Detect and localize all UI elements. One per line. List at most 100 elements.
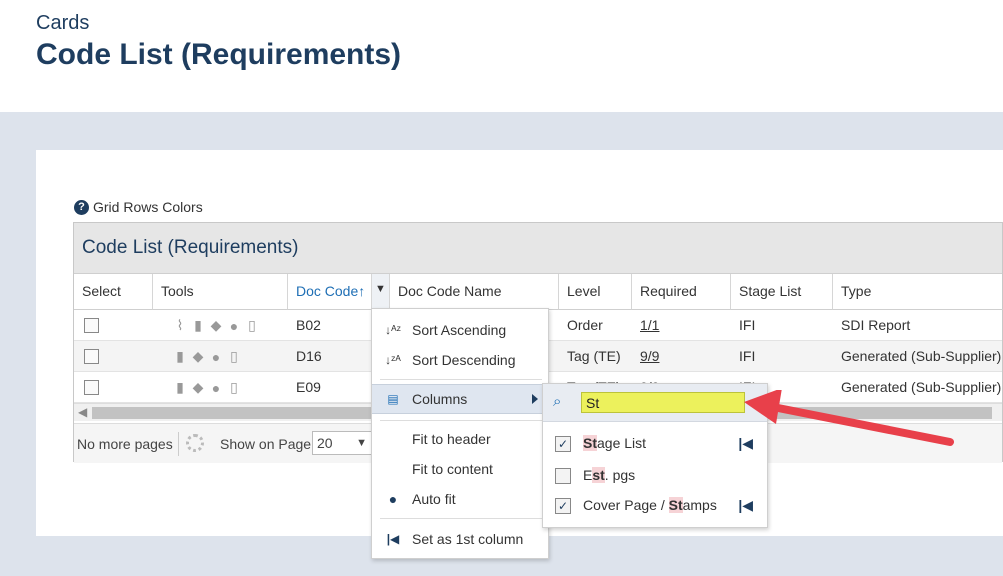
globe-icon[interactable]: ●	[208, 349, 224, 365]
cell-type: SDI Report	[841, 317, 911, 333]
row-tools: ▮ ◆ ● ▯	[164, 372, 250, 403]
column-search-input[interactable]	[581, 392, 745, 413]
page-size-select[interactable]: 20 ▼	[312, 431, 372, 455]
column-header-level[interactable]: Level	[559, 274, 632, 310]
column-header-label: Doc Code Name	[398, 283, 502, 299]
column-header-required[interactable]: Required	[632, 274, 731, 310]
columns-icon: ▤	[387, 392, 399, 406]
grid-title: Code List (Requirements)	[82, 237, 299, 258]
book-icon[interactable]: ▮	[190, 317, 206, 334]
column-checkbox[interactable]: ✓	[555, 436, 571, 452]
row-tools: ▮ ◆ ● ▯	[164, 341, 250, 372]
column-option-label: Est. pgs	[583, 467, 636, 483]
column-option-stage-list[interactable]: ✓ Stage List |◀	[543, 429, 767, 459]
annotation-arrow-shaft	[764, 402, 954, 446]
column-header-doc-code[interactable]: Doc Code↑	[288, 274, 372, 310]
column-header-tools[interactable]: Tools	[153, 274, 288, 310]
menu-item-label: Fit to content	[412, 461, 493, 477]
row-select-checkbox[interactable]	[84, 349, 99, 364]
column-option-est-pgs[interactable]: Est. pgs	[543, 461, 767, 491]
column-header-doc-code-name[interactable]: Doc Code Name	[390, 274, 559, 310]
search-icon: ⌕	[553, 393, 562, 410]
refresh-icon[interactable]	[186, 434, 204, 452]
menu-item-label: Columns	[412, 391, 468, 407]
sort-descending-icon: ↓ᶻᴬ	[385, 353, 401, 367]
cell-doc-code: B02	[296, 317, 321, 333]
column-option-label: Stage List	[583, 435, 647, 451]
cell-stage-list: IFI	[739, 317, 756, 333]
show-on-page-label: Show on Page:	[220, 436, 315, 452]
menu-item-sort-ascending[interactable]: ↓ᴬᶻ Sort Ascending	[372, 315, 548, 345]
cell-required-link[interactable]: 1/1	[632, 310, 667, 341]
menu-item-label: Set as 1st column	[412, 531, 524, 547]
column-header-select[interactable]: Select	[74, 274, 153, 310]
row-select-checkbox[interactable]	[84, 318, 99, 333]
trash-icon[interactable]: ▯	[226, 379, 242, 396]
dropbox-icon[interactable]: ◆	[208, 317, 224, 334]
page-title: Code List (Requirements)	[36, 38, 402, 71]
page-size-value: 20	[317, 435, 333, 451]
column-header-label: Stage List	[739, 283, 802, 299]
column-header-label: Doc Code	[296, 283, 359, 299]
menu-item-label: Auto fit	[412, 491, 456, 507]
row-select-checkbox[interactable]	[84, 380, 99, 395]
menu-item-label: Sort Descending	[412, 352, 516, 368]
chevron-down-icon: ▼	[375, 283, 386, 295]
column-search-row: ⌕	[543, 384, 767, 422]
menu-item-sort-descending[interactable]: ↓ᶻᴬ Sort Descending	[372, 345, 548, 375]
cell-level: Order	[567, 317, 603, 333]
pager-divider	[178, 432, 179, 456]
menu-item-auto-fit[interactable]: ● Auto fit	[372, 484, 548, 514]
scroll-left-icon[interactable]: ◀	[78, 405, 87, 419]
column-header-stage-list[interactable]: Stage List	[731, 274, 833, 310]
page-header: Cards Code List (Requirements)	[0, 0, 1003, 112]
book-icon[interactable]: ▮	[172, 348, 188, 365]
grid-rows-colors-label[interactable]: Grid Rows Colors	[93, 199, 203, 215]
column-checkbox[interactable]	[555, 468, 571, 484]
no-more-pages-label: No more pages	[77, 436, 173, 452]
chevron-down-icon: ▼	[356, 437, 367, 449]
cell-level: Tag (TE)	[567, 348, 621, 364]
menu-item-columns[interactable]: ▤ Columns	[372, 384, 548, 414]
paperclip-icon[interactable]: ⌇	[172, 317, 188, 334]
help-icon[interactable]: ?	[74, 199, 89, 215]
menu-divider	[380, 379, 542, 380]
row-tools: ⌇ ▮ ◆ ● ▯	[164, 310, 268, 341]
menu-divider	[380, 518, 542, 519]
trash-icon[interactable]: ▯	[244, 317, 260, 334]
menu-item-label: Sort Ascending	[412, 322, 507, 338]
cell-doc-code: E09	[296, 379, 321, 395]
cell-stage-list: IFI	[739, 348, 756, 364]
pin-left-icon[interactable]: |◀	[738, 497, 753, 514]
menu-item-label: Fit to header	[412, 431, 491, 447]
column-header-label: Tools	[161, 283, 194, 299]
column-checkbox[interactable]: ✓	[555, 498, 571, 514]
column-header-label: Required	[640, 283, 697, 299]
columns-submenu: ⌕ ✓ Stage List |◀ Est. pgs ✓ Cover Page …	[542, 383, 768, 528]
trash-icon[interactable]: ▯	[226, 348, 242, 365]
column-option-cover-page-stamps[interactable]: ✓ Cover Page / Stamps |◀	[543, 491, 767, 521]
cell-required-link[interactable]: 9/9	[632, 341, 667, 372]
globe-icon[interactable]: ●	[208, 380, 224, 396]
column-header-label: Type	[841, 283, 872, 299]
column-header-label: Select	[82, 283, 121, 299]
menu-item-fit-to-content[interactable]: Fit to content	[372, 454, 548, 484]
book-icon[interactable]: ▮	[172, 379, 188, 396]
dropbox-icon[interactable]: ◆	[190, 348, 206, 365]
cell-doc-code: D16	[296, 348, 322, 364]
cell-type: Generated (Sub-Supplier)	[841, 348, 1002, 364]
grid-rows-colors-link[interactable]: ? Grid Rows Colors	[74, 199, 203, 215]
column-header-type[interactable]: Type	[833, 274, 1003, 310]
column-menu-toggle[interactable]: ▼	[372, 274, 390, 310]
menu-item-set-first-column[interactable]: |◀ Set as 1st column	[372, 524, 548, 554]
annotation-arrow-head	[744, 390, 782, 424]
menu-item-fit-to-header[interactable]: Fit to header	[372, 424, 548, 454]
globe-icon[interactable]: ●	[226, 318, 242, 334]
radio-dot-icon: ●	[388, 491, 398, 507]
breadcrumb[interactable]: Cards	[36, 12, 89, 35]
pin-left-icon: |◀	[386, 532, 400, 546]
column-context-menu: ↓ᴬᶻ Sort Ascending ↓ᶻᴬ Sort Descending ▤…	[371, 308, 549, 559]
dropbox-icon[interactable]: ◆	[190, 379, 206, 396]
column-option-label: Cover Page / Stamps	[583, 497, 717, 513]
sort-ascending-indicator-icon: ↑	[358, 283, 366, 299]
